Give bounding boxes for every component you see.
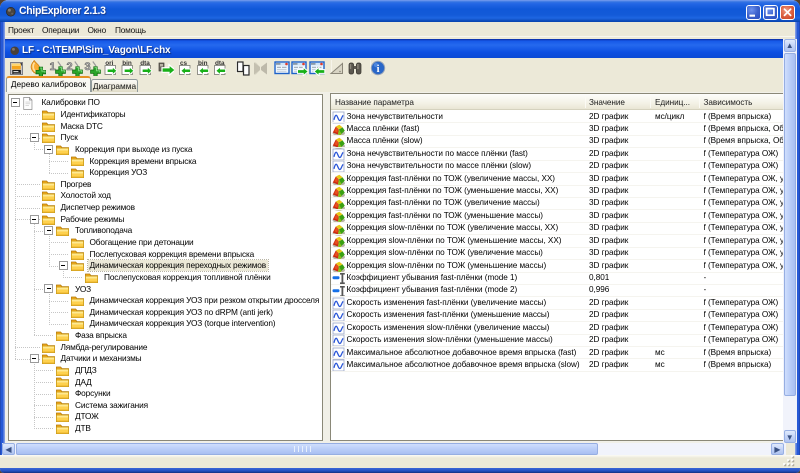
svg-text:cs: cs	[180, 60, 188, 67]
svg-text:dta: dta	[215, 60, 225, 67]
svg-text:1: 1	[49, 60, 55, 72]
svg-text:bin: bin	[198, 60, 208, 67]
svg-text:dta: dta	[140, 60, 150, 67]
svg-text:bin: bin	[122, 60, 132, 67]
svg-text:ori: ori	[105, 60, 113, 67]
svg-text:2: 2	[67, 60, 73, 72]
svg-text:i: i	[377, 64, 380, 75]
svg-text:3: 3	[84, 60, 90, 72]
